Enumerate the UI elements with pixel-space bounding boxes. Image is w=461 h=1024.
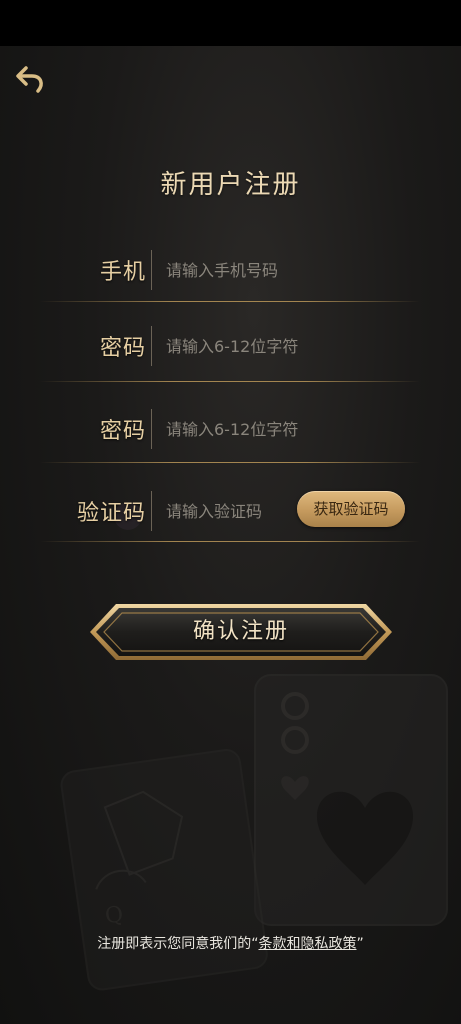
phone-label: 手机 — [99, 260, 146, 285]
terms-privacy-link[interactable]: 条款和隐私政策 — [259, 936, 357, 952]
password-underline — [40, 381, 420, 382]
confirm-register-button[interactable]: 确认注册 — [88, 602, 394, 662]
confirm-password-underline — [40, 462, 420, 463]
password-input[interactable] — [164, 330, 418, 362]
terms-open-quote: “ — [251, 936, 259, 952]
back-button[interactable] — [14, 62, 50, 96]
get-code-button[interactable]: 获取验证码 — [297, 491, 405, 527]
terms-close-quote: ” — [356, 936, 364, 952]
code-row: 验证码 获取验证码 — [40, 481, 420, 543]
divider — [151, 409, 152, 449]
phone-row: 手机 — [40, 240, 420, 302]
confirm-register-label: 确认注册 — [192, 619, 289, 644]
password-row: 密码 — [40, 316, 420, 378]
divider — [151, 326, 152, 366]
password-label: 密码 — [99, 336, 146, 361]
terms-prefix: 注册即表示您同意我们的 — [97, 936, 252, 952]
page-title: 新用户注册 — [160, 170, 301, 200]
phone-input[interactable] — [164, 254, 418, 286]
confirm-password-row: 密码 — [40, 399, 420, 461]
status-bar — [0, 0, 461, 46]
code-label: 验证码 — [76, 501, 146, 526]
terms-notice: 注册即表示您同意我们的“条款和隐私政策” — [0, 933, 461, 953]
back-arrow-icon — [16, 66, 43, 93]
svg-text:Q: Q — [103, 902, 124, 929]
code-underline — [40, 541, 420, 542]
divider — [151, 491, 152, 531]
confirm-password-input[interactable] — [164, 413, 418, 445]
divider — [151, 250, 152, 290]
code-input[interactable] — [164, 495, 298, 527]
confirm-password-label: 密码 — [99, 419, 146, 444]
phone-underline — [40, 301, 420, 302]
register-screen: Q 新用户注册 手机 密码 密码 验证码 获取验证码 — [0, 0, 461, 1024]
